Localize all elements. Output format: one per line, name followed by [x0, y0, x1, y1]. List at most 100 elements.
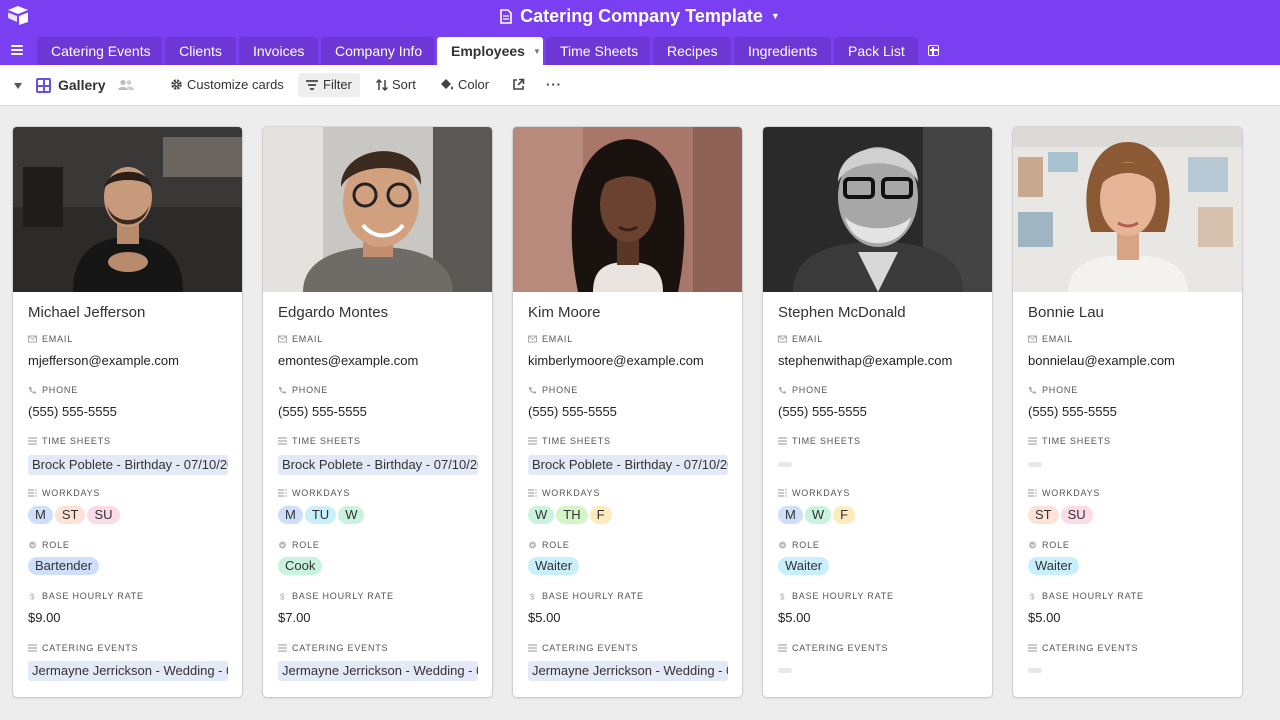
single-select-icon [279, 541, 286, 549]
role-label: ROLE [278, 540, 320, 550]
phone-label: PHONE [778, 385, 828, 395]
tab-clients[interactable]: Clients [165, 37, 236, 65]
catering-event-record[interactable]: Jermayne Jerrickson - Wedding - 08/02/20… [278, 661, 478, 681]
view-name[interactable]: Gallery [58, 77, 105, 93]
linked-record-icon [1028, 437, 1037, 445]
email-value: stephenwithap@example.com [778, 353, 953, 368]
record-card[interactable]: Michael Jefferson EMAIL mjefferson@examp… [13, 127, 242, 697]
tab-invoices[interactable]: Invoices [239, 37, 318, 65]
tab-employees[interactable]: Employees ▼ [437, 37, 543, 65]
view-toolbar: Gallery Customize cards Filter Sort Colo… [0, 65, 1280, 106]
empty-linked-field[interactable] [1028, 462, 1042, 467]
employee-name: Stephen McDonald [778, 304, 906, 321]
empty-linked-field[interactable] [778, 462, 792, 467]
paint-bucket-icon [441, 79, 454, 90]
catering-event-record[interactable]: Jermayne Jerrickson - Wedding - 08/02/20… [28, 661, 228, 681]
multi-select-icon [278, 489, 287, 497]
share-external-icon [513, 78, 525, 90]
empty-linked-field[interactable] [778, 668, 792, 673]
base-title[interactable]: Catering Company Template ▼ [0, 6, 1280, 27]
multi-select-icon [28, 489, 37, 497]
multi-select-icon [1028, 489, 1037, 497]
email-label: EMAIL [778, 334, 823, 344]
filter-button[interactable]: Filter [298, 73, 360, 97]
workday-pill: F [833, 506, 856, 524]
tab-company-info[interactable]: Company Info [321, 37, 434, 65]
envelope-icon [1028, 335, 1037, 343]
collaborative-view-icon[interactable] [118, 79, 134, 91]
tab-recipes[interactable]: Recipes [653, 37, 731, 65]
tab-catering-events[interactable]: Catering Events [37, 37, 162, 65]
add-table-icon[interactable] [928, 45, 939, 56]
phone-value: (555) 555-5555 [1028, 404, 1117, 419]
workday-pill: M [778, 506, 803, 524]
linked-record-icon [528, 437, 537, 445]
role-pill: Cook [278, 557, 323, 575]
single-select-icon [779, 541, 786, 549]
rate-label: $ BASE HOURLY RATE [30, 591, 144, 601]
record-card[interactable]: Edgardo Montes EMAIL emontes@example.com… [263, 127, 492, 697]
phone-label: PHONE [1028, 385, 1078, 395]
menu-icon[interactable] [11, 45, 23, 55]
time-sheet-record[interactable]: Brock Poblete - Birthday - 07/10/2019 [28, 455, 228, 475]
linked-record-icon [778, 644, 787, 652]
email-label: EMAIL [1028, 334, 1073, 344]
workdays-label: WORKDAYS [1028, 488, 1100, 498]
customize-cards-button[interactable]: Customize cards [162, 73, 292, 97]
tab-pack-list[interactable]: Pack List [834, 37, 918, 65]
linked-record-icon [28, 644, 37, 652]
rate-value: $7.00 [278, 610, 311, 625]
workday-pill: W [528, 506, 555, 524]
workdays-pills: M ST SU [28, 506, 122, 524]
phone-icon [778, 387, 786, 394]
single-select-icon [529, 541, 536, 549]
caret-down-icon[interactable] [14, 83, 22, 89]
currency-icon: $ [1030, 593, 1035, 601]
role-pill: Bartender [28, 557, 100, 575]
time-sheets-label: TIME SHEETS [778, 436, 861, 446]
catering-events-label: CATERING EVENTS [528, 643, 638, 653]
email-label: EMAIL [278, 334, 323, 344]
sort-button[interactable]: Sort [368, 73, 424, 97]
envelope-icon [778, 335, 787, 343]
workday-pill: W [338, 506, 365, 524]
email-value: kimberlymoore@example.com [528, 353, 704, 368]
color-button[interactable]: Color [432, 73, 497, 97]
tab-ingredients[interactable]: Ingredients [734, 37, 831, 65]
record-card[interactable]: Bonnie Lau EMAIL bonnielau@example.com P… [1013, 127, 1242, 697]
time-sheet-record[interactable]: Brock Poblete - Birthday - 07/10/2019 [528, 455, 728, 475]
workday-pill: F [589, 506, 612, 524]
role-pill: Waiter [528, 557, 580, 575]
catering-event-record[interactable]: Jermayne Jerrickson - Wedding - 08/02/20… [528, 661, 728, 681]
gallery-view-icon [36, 78, 51, 93]
empty-linked-field[interactable] [1028, 668, 1042, 673]
currency-icon: $ [280, 593, 284, 601]
top-bar: Catering Company Template ▼ Catering Even… [0, 0, 1280, 65]
role-label: ROLE [778, 540, 820, 550]
time-sheets-label: TIME SHEETS [278, 436, 361, 446]
record-card[interactable]: Kim Moore EMAIL kimberlymoore@example.co… [513, 127, 742, 697]
employee-photo [263, 127, 492, 292]
workdays-label: WORKDAYS [778, 488, 850, 498]
rate-value: $9.00 [28, 610, 61, 625]
time-sheets-label: TIME SHEETS [28, 436, 111, 446]
phone-icon [278, 387, 286, 394]
time-sheets-label: TIME SHEETS [528, 436, 611, 446]
svg-text:$: $ [780, 593, 785, 601]
gear-icon [171, 79, 182, 90]
table-tabs: Catering Events Clients Invoices Company… [0, 37, 1280, 65]
record-card[interactable]: Stephen McDonald EMAIL stephenwithap@exa… [763, 127, 992, 697]
svg-text:$: $ [1030, 593, 1035, 601]
workday-pill: SU [87, 506, 120, 524]
more-options-button[interactable]: ··· [538, 73, 570, 97]
tab-time-sheets[interactable]: Time Sheets [546, 37, 650, 65]
currency-icon: $ [530, 593, 535, 601]
svg-text:$: $ [530, 593, 535, 601]
share-view-button[interactable] [504, 73, 533, 97]
workday-pill: ST [54, 506, 86, 524]
chevron-down-icon[interactable]: ▼ [533, 47, 541, 56]
workdays-pills: ST SU [1028, 506, 1095, 524]
email-value: bonnielau@example.com [1028, 353, 1175, 368]
time-sheet-record[interactable]: Brock Poblete - Birthday - 07/10/2019 [278, 455, 478, 475]
single-select-icon [29, 541, 36, 549]
